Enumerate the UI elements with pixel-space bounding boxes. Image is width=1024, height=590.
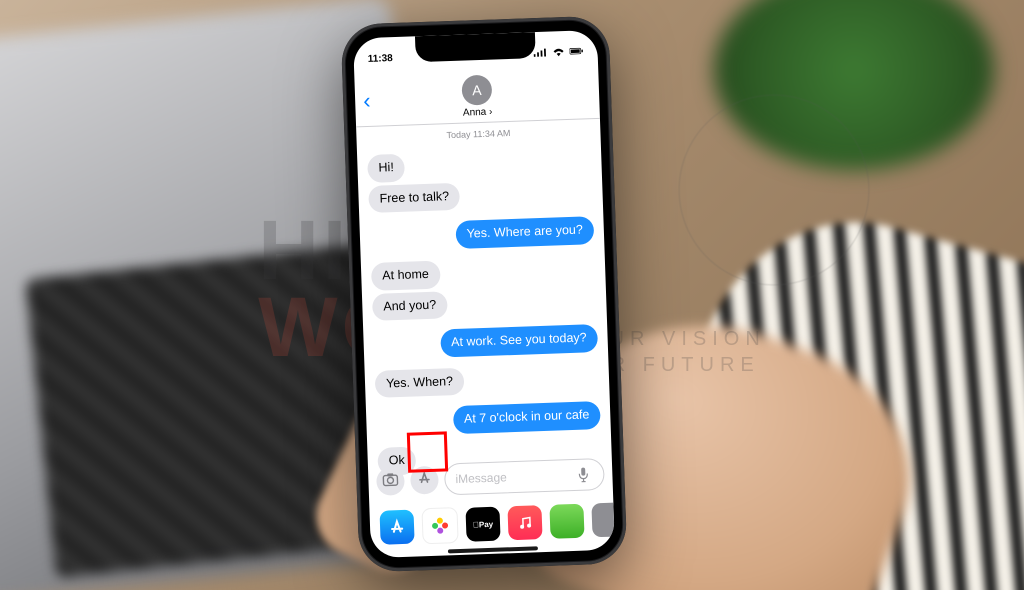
home-indicator[interactable] [448,546,538,553]
back-button[interactable]: ‹ [363,88,371,114]
conversation-header: ‹ A Anna › [354,66,600,127]
sent-message-bubble[interactable]: At 7 o'clock in our cafe [453,401,601,434]
wifi-icon [551,47,565,57]
contact-avatar-icon: A [461,74,492,105]
received-message-bubble[interactable]: Hi! [367,154,405,183]
battery-icon [569,46,583,56]
iphone-frame: 11:38 ‹ [341,15,628,572]
received-message-bubble[interactable]: At home [371,260,440,290]
camera-button[interactable] [376,467,405,496]
app-store-icon [416,469,433,491]
apple-pay-app-icon[interactable]: Pay [465,507,500,542]
phone-screen: 11:38 ‹ [353,30,615,558]
app-store-app-icon[interactable] [380,510,415,545]
status-time: 11:38 [368,53,393,65]
red-highlight-annotation [407,431,448,472]
message-input[interactable]: iMessage [444,458,605,496]
contact-button[interactable]: A Anna › [461,74,492,118]
memoji-app-icon[interactable] [591,502,614,537]
cellular-signal-icon [533,48,547,58]
message-placeholder: iMessage [455,470,507,486]
received-message-bubble[interactable]: Free to talk? [368,182,460,213]
imessage-app-drawer[interactable]: Pay [369,498,614,550]
received-message-bubble[interactable]: And you? [372,291,448,321]
received-message-bubble[interactable]: Yes. When? [375,368,465,399]
message-thread[interactable]: Hi!Free to talk?Yes. Where are you? At ho… [357,139,612,476]
activity-app-icon[interactable] [549,504,584,539]
compose-row: iMessage [368,452,613,504]
contact-name: Anna › [463,106,493,118]
photo-scene: HITECH WORK YOUR VISION OUR FUTURE 11:38 [0,0,1024,590]
plant-blur [714,0,994,170]
photos-app-icon[interactable] [421,507,458,544]
microphone-icon[interactable] [577,466,594,483]
sent-message-bubble[interactable]: At work. See you today? [440,324,598,357]
music-app-icon[interactable] [507,505,542,540]
sent-message-bubble[interactable]: Yes. Where are you? [455,216,594,248]
notch [415,32,536,62]
camera-icon [382,472,399,492]
